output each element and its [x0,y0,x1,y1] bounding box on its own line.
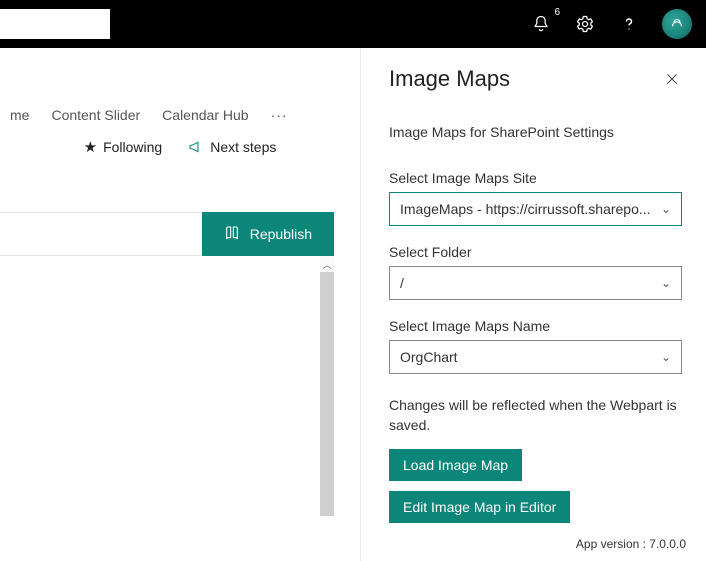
name-value: OrgChart [400,349,458,365]
book-icon [224,225,240,244]
name-label: Select Image Maps Name [389,318,682,334]
gear-icon[interactable] [574,13,596,35]
next-steps-button[interactable]: Next steps [188,139,276,155]
following-label: Following [103,139,162,155]
scroll-thumb[interactable] [320,272,334,516]
following-button[interactable]: ★ Following [84,138,163,156]
close-icon[interactable] [662,69,682,89]
megaphone-icon [188,139,204,155]
next-steps-label: Next steps [210,139,276,155]
suite-header: 6 [0,0,706,48]
chevron-down-icon: ⌄ [661,202,671,216]
notification-badge: 6 [554,7,560,18]
scroll-up-icon[interactable]: ︿ [320,256,334,272]
folder-label: Select Folder [389,244,682,260]
panel-title: Image Maps [389,66,510,92]
command-bar: Republish [0,212,334,256]
panel-subtitle: Image Maps for SharePoint Settings [389,124,682,140]
nav-tab-calendar-hub[interactable]: Calendar Hub [162,107,248,123]
site-label: Select Image Maps Site [389,170,682,186]
chevron-down-icon: ⌄ [661,276,671,290]
panel-header: Image Maps [389,66,682,92]
load-image-map-button[interactable]: Load Image Map [389,449,522,481]
folder-value: / [400,275,404,291]
scrollbar[interactable]: ︿ [320,256,334,516]
name-dropdown[interactable]: OrgChart ⌄ [389,340,682,374]
nav-tab-me[interactable]: me [10,107,29,123]
star-icon: ★ [84,138,97,156]
nav-overflow[interactable]: ··· [271,107,288,123]
avatar[interactable] [662,9,692,39]
page-actions: ★ Following Next steps [0,138,360,156]
nav-tab-content-slider[interactable]: Content Slider [51,107,140,123]
settings-panel: Image Maps Image Maps for SharePoint Set… [360,48,706,561]
header-actions: 6 [530,9,706,39]
app-version: App version : 7.0.0.0 [576,537,686,551]
republish-label: Republish [250,226,312,242]
save-note: Changes will be reflected when the Webpa… [389,396,682,435]
notifications-icon[interactable]: 6 [530,13,552,35]
folder-dropdown[interactable]: / ⌄ [389,266,682,300]
site-nav: me Content Slider Calendar Hub ··· [0,95,360,135]
site-value: ImageMaps - https://cirrussoft.sharepo..… [400,201,651,217]
republish-button[interactable]: Republish [202,212,334,256]
edit-image-map-button[interactable]: Edit Image Map in Editor [389,491,570,523]
search-input[interactable] [0,9,110,39]
help-icon[interactable] [618,13,640,35]
chevron-down-icon: ⌄ [661,350,671,364]
site-dropdown[interactable]: ImageMaps - https://cirrussoft.sharepo..… [389,192,682,226]
